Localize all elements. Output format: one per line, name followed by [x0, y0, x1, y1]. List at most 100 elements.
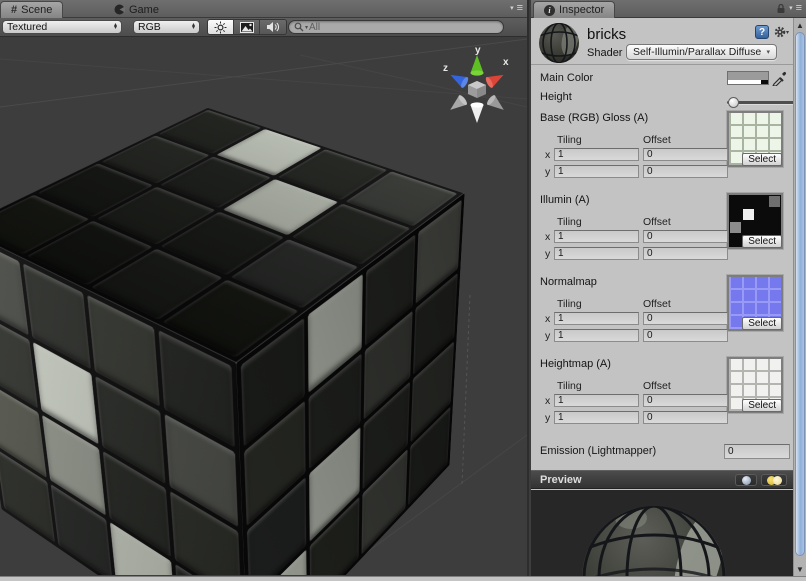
shader-dropdown[interactable]: Self-Illumin/Parallax Diffuse ▾	[626, 44, 777, 60]
tiling-x-input[interactable]	[554, 394, 639, 407]
scene-grid-icon: #	[11, 4, 17, 16]
x-axis-label: x	[545, 149, 550, 161]
audio-toggle[interactable]	[260, 20, 286, 34]
info-icon: i	[544, 5, 555, 16]
offset-y-input[interactable]	[643, 247, 728, 260]
select-button[interactable]: Select	[742, 153, 782, 166]
sun-icon	[214, 21, 227, 34]
offset-x-input[interactable]	[643, 312, 728, 325]
scene-panel-menu[interactable]: ▾ ≡	[510, 2, 523, 14]
section-title: Heightmap (A)	[540, 358, 611, 370]
preview-header[interactable]: Preview	[531, 470, 793, 489]
search-input[interactable]	[309, 22, 498, 33]
scene-search[interactable]: ▾	[288, 20, 504, 34]
tab-inspector[interactable]: i Inspector	[533, 1, 615, 18]
preview-title: Preview	[540, 474, 582, 486]
orientation-gizmo[interactable]: y x z	[439, 43, 515, 127]
lock-icon[interactable]	[776, 3, 786, 14]
tab-game[interactable]: Game	[104, 1, 169, 18]
texture-thumbnail[interactable]: Select	[727, 357, 783, 413]
y-axis-label: y	[545, 330, 550, 342]
tab-scene[interactable]: # Scene	[0, 1, 63, 18]
slider-knob[interactable]	[728, 97, 739, 108]
offset-header: Offset	[643, 134, 671, 146]
preview-shape-button[interactable]	[735, 474, 757, 486]
scene-toolbar: Textured ▴▾ RGB ▴▾	[0, 18, 527, 37]
material-preview-area[interactable]	[531, 490, 793, 576]
offset-header: Offset	[643, 216, 671, 228]
tab-inspector-label: Inspector	[559, 4, 604, 16]
eyedropper-icon[interactable]	[772, 70, 787, 86]
tiling-x-input[interactable]	[554, 312, 639, 325]
y-axis-label: y	[545, 166, 550, 178]
updown-arrows-icon: ▴▾	[192, 24, 195, 31]
scroll-down-arrow[interactable]: ▼	[794, 563, 806, 575]
texture-thumbnail[interactable]: Select	[727, 275, 783, 331]
gizmo-y-label[interactable]: y	[475, 45, 481, 56]
color-mode-dropdown[interactable]: RGB ▴▾	[133, 20, 200, 34]
scene-viewport[interactable]: y x z	[0, 37, 527, 575]
gizmo-z-label[interactable]: z	[443, 63, 448, 74]
tiling-y-input[interactable]	[554, 165, 639, 178]
dropdown-arrow-icon[interactable]: ▾	[789, 4, 793, 12]
texture-section-base: Base (RGB) Gloss (A) Select Tiling Offse…	[531, 110, 793, 184]
scroll-up-arrow[interactable]: ▲	[794, 19, 806, 31]
inspector-scrollbar[interactable]: ▲ ▼	[793, 18, 806, 577]
dropdown-arrow-icon: ▾	[766, 48, 770, 56]
search-icon	[294, 22, 304, 32]
gear-icon	[774, 26, 786, 38]
tiling-y-input[interactable]	[554, 247, 639, 260]
material-name: bricks	[587, 26, 626, 43]
x-axis-label: x	[545, 231, 550, 243]
inspector-tabstrip: i Inspector ▾ ≡	[531, 0, 806, 18]
offset-x-input[interactable]	[643, 230, 728, 243]
skybox-toggle[interactable]	[234, 20, 260, 34]
offset-header: Offset	[643, 298, 671, 310]
tiling-y-input[interactable]	[554, 411, 639, 424]
cube-object[interactable]	[97, 161, 365, 560]
main-color-swatch[interactable]	[727, 71, 769, 85]
tab-scene-label: Scene	[21, 4, 52, 16]
height-slider[interactable]	[727, 96, 795, 108]
select-button[interactable]: Select	[742, 235, 782, 248]
draw-mode-dropdown[interactable]: Textured ▴▾	[2, 20, 122, 34]
select-button[interactable]: Select	[742, 317, 782, 330]
preview-light-toggle[interactable]	[761, 474, 787, 486]
select-button[interactable]: Select	[742, 399, 782, 412]
x-axis-label: x	[545, 395, 550, 407]
alpha-bar-dark	[761, 80, 768, 84]
offset-x-input[interactable]	[643, 148, 728, 161]
color-mode-value: RGB	[138, 21, 188, 33]
lighting-toggle[interactable]	[208, 20, 234, 34]
texture-thumbnail[interactable]: Select	[727, 111, 783, 167]
emission-input[interactable]	[724, 444, 790, 459]
tiling-x-input[interactable]	[554, 230, 639, 243]
offset-y-input[interactable]	[643, 329, 728, 342]
settings-button[interactable]: ▾	[774, 25, 790, 39]
material-preview-sphere	[531, 490, 793, 576]
offset-x-input[interactable]	[643, 394, 728, 407]
offset-y-input[interactable]	[643, 411, 728, 424]
offset-y-input[interactable]	[643, 165, 728, 178]
y-axis-label: y	[545, 248, 550, 260]
y-axis-label: y	[545, 412, 550, 424]
texture-section-illumin: Illumin (A) Select Tiling Offset x y	[531, 192, 793, 266]
tiling-header: Tiling	[557, 216, 582, 228]
scene-view-toggles	[207, 19, 287, 35]
scene-tabstrip: # Scene Game ▾ ≡	[0, 0, 527, 18]
gizmo-center-cube	[468, 81, 486, 98]
tiling-y-input[interactable]	[554, 329, 639, 342]
gizmo-x-label[interactable]: x	[503, 57, 509, 68]
offset-header: Offset	[643, 380, 671, 392]
menu-icon[interactable]: ≡	[796, 2, 802, 14]
section-title: Illumin (A)	[540, 194, 590, 206]
unity-editor-window: # Scene Game ▾ ≡ Textured ▴▾ RGB	[0, 0, 806, 581]
draw-mode-value: Textured	[7, 21, 110, 33]
scrollbar-thumb[interactable]	[795, 32, 805, 556]
image-icon	[240, 22, 254, 33]
emission-label: Emission (Lightmapper)	[540, 445, 656, 457]
tiling-x-input[interactable]	[554, 148, 639, 161]
tiling-header: Tiling	[557, 380, 582, 392]
help-button[interactable]: ?	[755, 25, 769, 39]
texture-thumbnail[interactable]: Select	[727, 193, 783, 249]
